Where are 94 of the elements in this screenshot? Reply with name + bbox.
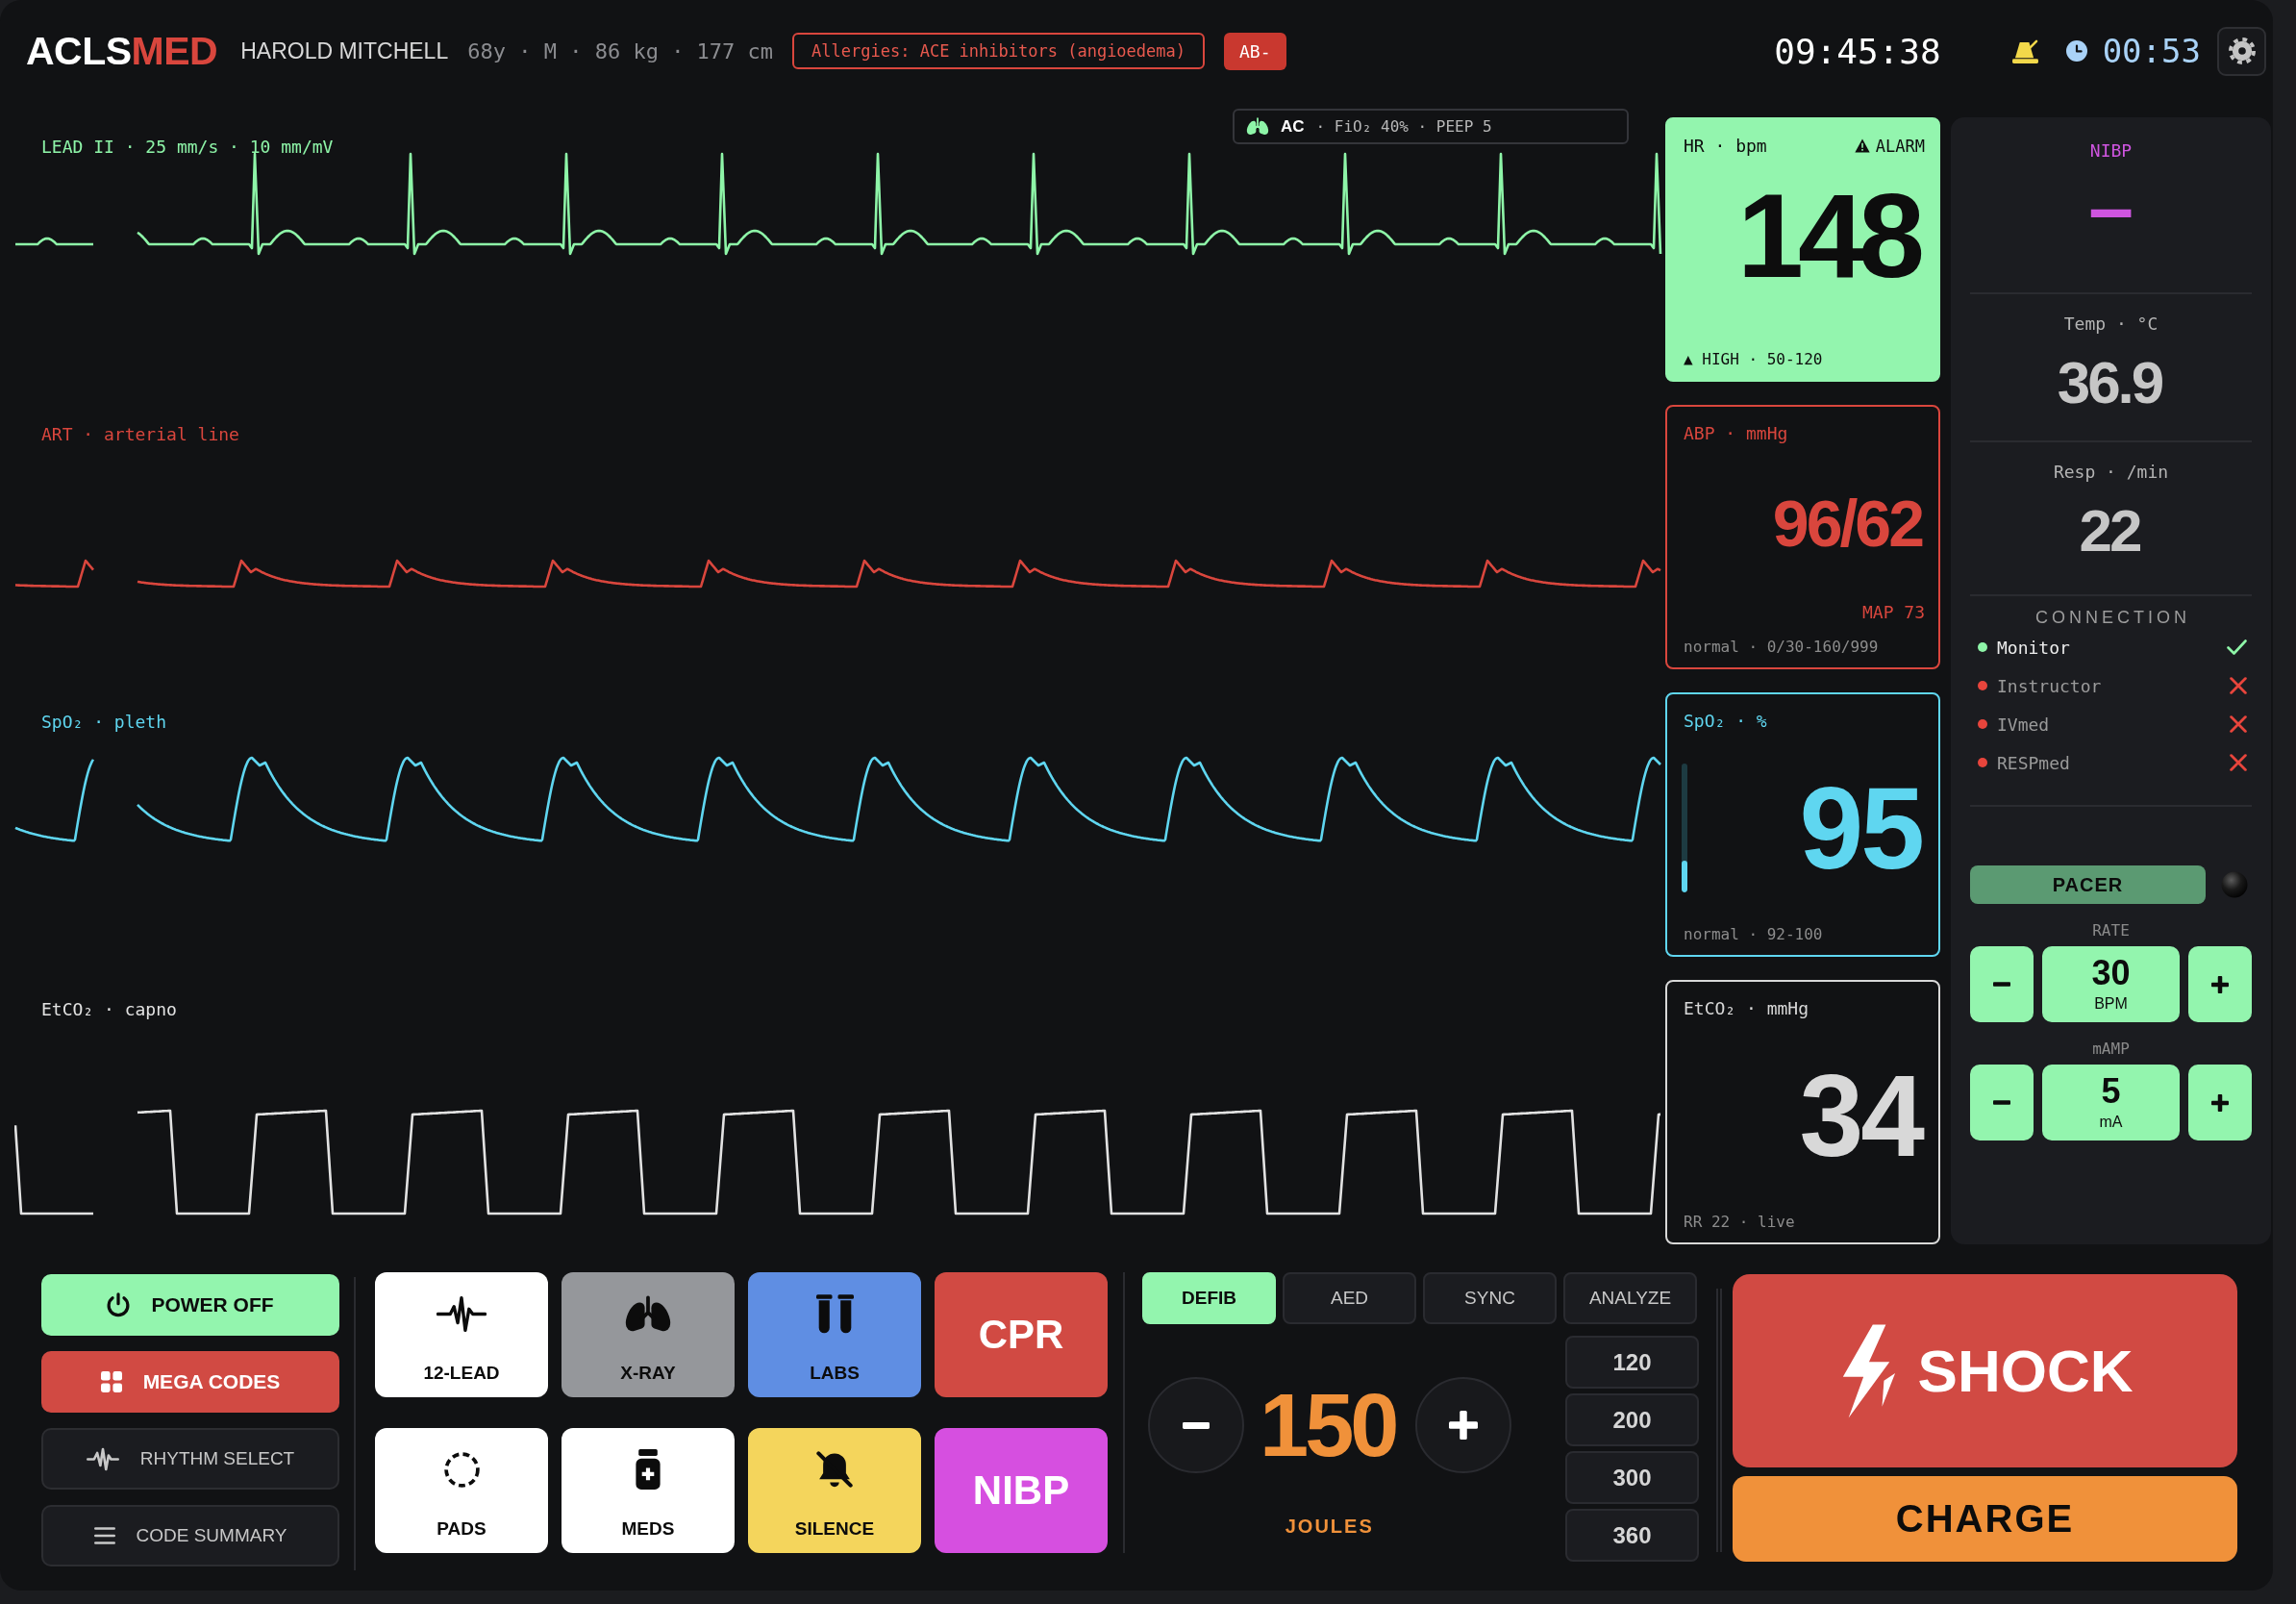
respiration-value: 22 — [2079, 501, 2141, 561]
ventilator-mode: AC — [1281, 116, 1305, 137]
patient-details: 68y · M · 86 kg · 177 cm — [467, 38, 774, 63]
plus-icon — [1448, 1411, 1478, 1440]
connection-name: RESPmed — [1997, 752, 2071, 773]
minus-icon — [1182, 1421, 1210, 1429]
blood-type-badge: AB- — [1224, 32, 1286, 70]
nibp-label: NIBP — [2089, 140, 2133, 161]
minus-icon — [1993, 1100, 2010, 1105]
setting-label: RATE — [2091, 921, 2131, 940]
tile-button[interactable]: MEDS — [562, 1428, 735, 1553]
clock-time: 09:45:38 — [1774, 31, 1941, 71]
vital-label: EtCO₂ · mmHg — [1684, 998, 1809, 1018]
lungs-icon — [1246, 117, 1269, 136]
vital-range: ▲ HIGH · 50-120 — [1684, 350, 1823, 368]
pulse-waveform-icon — [86, 1446, 119, 1471]
medicine-bottle-icon — [635, 1449, 661, 1490]
metronome-icon[interactable] — [2010, 38, 2039, 63]
alarm-label: ALARM — [1875, 136, 1925, 156]
waveform-label: ART · arterial line — [41, 424, 239, 444]
vital-secondary-value: MAP 73 — [1861, 602, 1925, 622]
waveform-label: EtCO₂ · capno — [41, 999, 177, 1019]
dashed-circle-icon — [443, 1451, 480, 1488]
settings-icon — [2228, 38, 2256, 64]
patient-name: HAROLD MITCHELL — [240, 38, 449, 64]
connection-name: IVmed — [1997, 714, 2051, 735]
setting-unit: BPM — [2094, 995, 2128, 1013]
bell-off-icon — [816, 1451, 853, 1488]
vital-value: 148 — [1737, 176, 1921, 295]
nibp-value: – — [2088, 166, 2134, 247]
tile-button[interactable]: 12-LEAD — [375, 1272, 548, 1397]
warning-icon — [1854, 138, 1870, 153]
tile-button[interactable]: CPR — [935, 1272, 1108, 1397]
test-tubes-icon — [815, 1293, 854, 1334]
energy-preset-button[interactable]: 120 — [1565, 1336, 1699, 1389]
vital-label: SpO₂ · % — [1684, 711, 1767, 731]
connection-name: Instructor — [1997, 675, 2103, 696]
energy-preset-button[interactable]: 200 — [1565, 1393, 1699, 1446]
ventilator-settings: · FiO₂ 40% · PEEP 5 — [1315, 117, 1492, 136]
temperature-value: 36.9 — [2057, 353, 2163, 413]
rhythm-select-button[interactable]: RHYTHM SELECT — [41, 1428, 339, 1490]
vital-value: 95 — [1799, 770, 1923, 886]
settings-button[interactable] — [2217, 26, 2266, 76]
energy-value: 150 — [1260, 1381, 1397, 1469]
setting-value: 30 — [2091, 956, 2131, 990]
mode-tab[interactable]: AED — [1283, 1272, 1416, 1324]
code-summary-button[interactable]: CODE SUMMARY — [41, 1505, 339, 1566]
power-button[interactable]: POWER OFF — [41, 1274, 339, 1336]
power-icon — [107, 1292, 131, 1317]
vital-label: ABP · mmHg — [1684, 423, 1788, 443]
menu-icon — [93, 1527, 115, 1544]
setting-label: mAMP — [2091, 1040, 2131, 1058]
respiration-label: Resp · /min — [2053, 462, 2169, 482]
connection-name: Monitor — [1997, 637, 2071, 658]
tile-button[interactable]: LABS — [748, 1272, 921, 1397]
tile-button[interactable]: SILENCE — [748, 1428, 921, 1553]
mode-tab[interactable]: SYNC — [1423, 1272, 1557, 1324]
tile-button[interactable]: PADS — [375, 1428, 548, 1553]
decrease-button[interactable] — [1970, 1065, 2034, 1140]
pulse-waveform-icon — [437, 1294, 487, 1333]
increase-button[interactable] — [2188, 1065, 2252, 1140]
waveform-label: SpO₂ · pleth — [41, 712, 167, 732]
vital-value: 96/62 — [1772, 489, 1924, 556]
lungs-icon — [624, 1294, 672, 1333]
app-logo: ACLSMED — [26, 28, 218, 74]
vital-range: normal · 92-100 — [1684, 925, 1823, 943]
tile-button[interactable]: X-RAY — [562, 1272, 735, 1397]
clock-icon — [2065, 40, 2087, 62]
allergy-badge: Allergies: ACE inhibitors (angioedema) — [792, 33, 1206, 69]
plus-icon — [2211, 1093, 2229, 1112]
mode-tab[interactable]: ANALYZE — [1563, 1272, 1697, 1324]
shock-button[interactable]: SHOCK — [1733, 1274, 2237, 1467]
temperature-label: Temp · °C — [2063, 313, 2159, 334]
vital-label: HR · bpm — [1684, 136, 1767, 156]
decrease-button[interactable] — [1970, 946, 2034, 1022]
energy-unit-label: JOULES — [1285, 1516, 1374, 1538]
energy-preset-button[interactable]: 360 — [1565, 1509, 1699, 1562]
vital-range: RR 22 · live — [1684, 1213, 1795, 1231]
charge-button[interactable]: CHARGE — [1733, 1476, 2237, 1562]
mode-tab[interactable]: DEFIB — [1142, 1272, 1276, 1324]
minus-icon — [1993, 982, 2010, 987]
section-title: CONNECTION — [2034, 608, 2191, 628]
increase-button[interactable] — [2188, 946, 2252, 1022]
vital-range: normal · 0/30-160/999 — [1684, 638, 1879, 656]
setting-unit: mA — [2099, 1114, 2123, 1131]
plus-icon — [2211, 975, 2229, 993]
mega-codes-button[interactable]: MEGA CODES — [41, 1351, 339, 1413]
setting-value: 5 — [2101, 1074, 2121, 1109]
waveform-label: LEAD II · 25 mm/s · 10 mm/mV — [41, 137, 334, 157]
pacer-button[interactable]: PACER — [1970, 865, 2206, 904]
grid-icon — [100, 1371, 122, 1392]
vital-value: 34 — [1799, 1058, 1925, 1173]
elapsed-timer: 00:53 — [2102, 32, 2201, 70]
energy-preset-button[interactable]: 300 — [1565, 1451, 1699, 1504]
